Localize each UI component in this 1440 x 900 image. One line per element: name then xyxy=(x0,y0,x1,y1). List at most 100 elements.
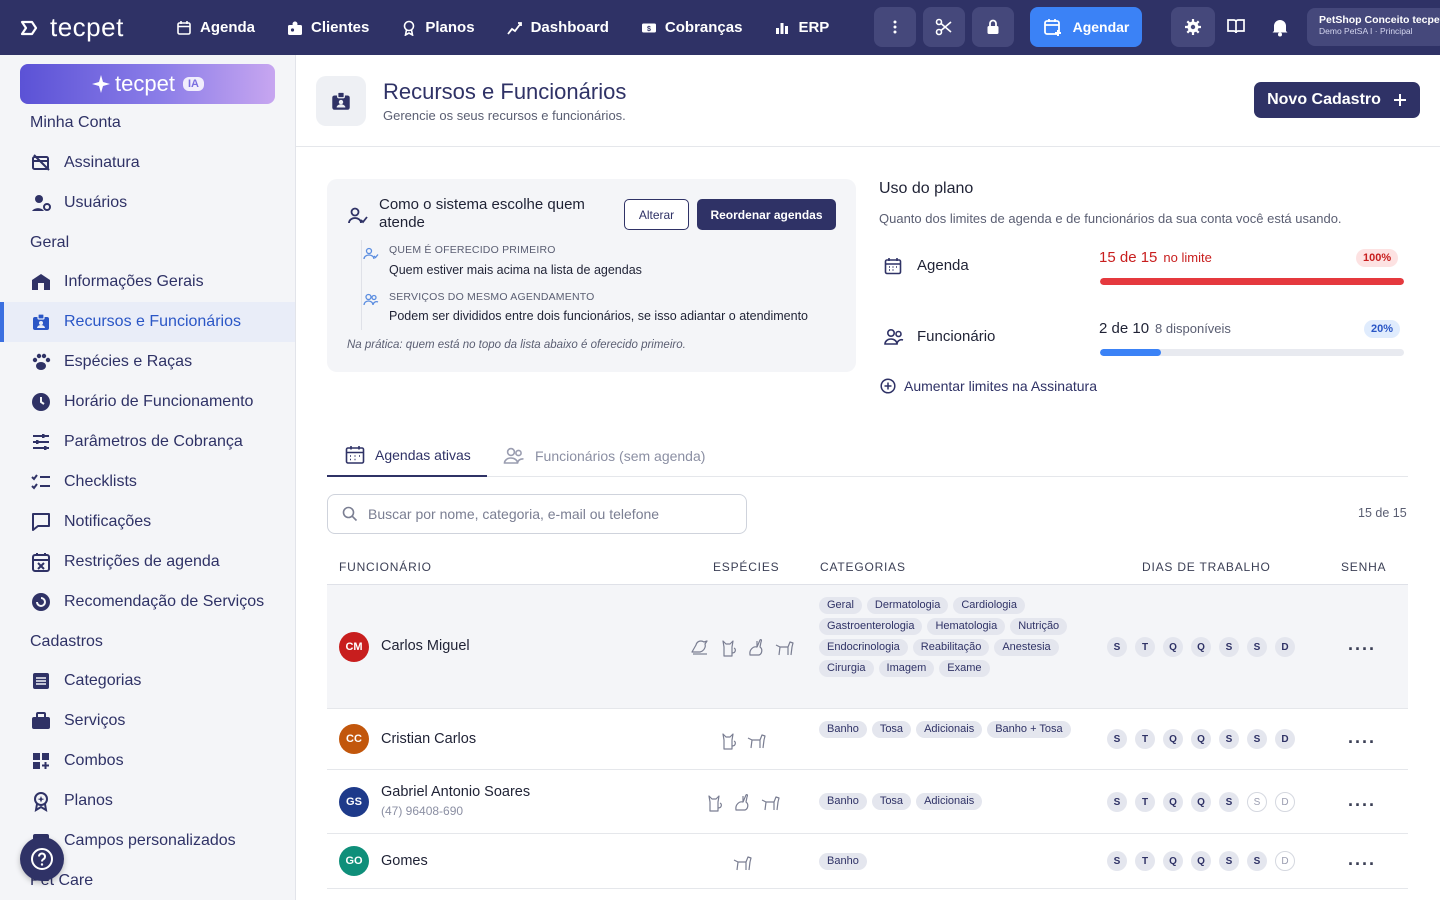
sidebar-item-horario[interactable]: Horário de Funcionamento xyxy=(0,382,295,422)
day-indicator: S xyxy=(1247,729,1267,749)
list-icon xyxy=(33,673,49,689)
clock-icon xyxy=(32,393,50,411)
users-icon xyxy=(884,328,904,345)
sliders-icon xyxy=(33,434,49,450)
nav-clientes[interactable]: Clientes xyxy=(271,0,385,55)
page-header: Recursos e Funcionários Gerencie os seus… xyxy=(296,55,1440,147)
scissors-button[interactable] xyxy=(923,7,965,47)
day-indicator: Q xyxy=(1163,637,1183,657)
main-content: Recursos e Funcionários Gerencie os seus… xyxy=(296,55,1440,900)
plan-agenda-badge: 100% xyxy=(1356,249,1399,267)
day-indicator: T xyxy=(1135,729,1155,749)
category-chip: Hematologia xyxy=(927,618,1006,635)
user-check-icon xyxy=(348,207,368,224)
plan-funcionario-label: Funcionário xyxy=(917,328,996,345)
settings-button[interactable] xyxy=(1171,7,1215,47)
day-indicator: Q xyxy=(1191,851,1211,871)
sidebar-item-categorias[interactable]: Categorias xyxy=(0,661,295,701)
novo-cadastro-button[interactable]: Novo Cadastro xyxy=(1254,82,1420,118)
message-icon xyxy=(32,513,50,531)
nav-cobran-as[interactable]: $ Cobranças xyxy=(625,0,759,55)
row-actions-button[interactable]: .... xyxy=(1348,849,1376,870)
work-days: STQQSSD xyxy=(1107,792,1295,812)
table-row[interactable]: CC Cristian Carlos Banho Tosa Adicionais Banh… xyxy=(327,709,1408,770)
day-indicator: S xyxy=(1107,792,1127,812)
agendar-button[interactable]: Agendar xyxy=(1030,7,1142,47)
table-row[interactable]: GS Gabriel Antonio Soares (47) 96408-690 Ba… xyxy=(327,770,1408,834)
sidebar-item-usuarios[interactable]: Usuários xyxy=(0,183,295,223)
species-list xyxy=(703,791,781,813)
sidebar-item-informacoes-gerais[interactable]: Informações Gerais xyxy=(0,262,295,302)
plan-funcionario-count: 2 de 10 8 disponíveis xyxy=(1099,320,1231,337)
users-icon xyxy=(503,447,524,464)
search-box xyxy=(327,494,747,534)
sidebar-item-label: Restrições de agenda xyxy=(64,553,220,570)
notifications-button[interactable] xyxy=(1271,17,1289,42)
nav-agenda[interactable]: Agenda xyxy=(160,0,271,55)
guide-button[interactable] xyxy=(1226,17,1246,40)
row-actions-button[interactable]: .... xyxy=(1348,790,1376,811)
col-categorias: CATEGORIAS xyxy=(820,560,906,574)
category-chip: Imagem xyxy=(878,660,935,677)
briefcase-icon xyxy=(32,712,50,729)
table-row[interactable]: CM Carlos Miguel Geral Dermatologia Cardiolo… xyxy=(327,585,1408,709)
tecpet-ia-banner[interactable]: tecpet IA xyxy=(20,64,275,104)
category-list: Banho Tosa Adicionais xyxy=(819,793,1084,810)
tab-funcionarios-sem-agenda[interactable]: Funcionários (sem agenda) xyxy=(503,435,705,477)
sidebar-item-planos[interactable]: Planos xyxy=(0,781,295,821)
category-chip: Endocrinologia xyxy=(819,639,908,656)
sidebar-item-servicos[interactable]: Serviços xyxy=(0,701,295,741)
search-input[interactable] xyxy=(368,506,728,522)
page-icon xyxy=(316,76,366,126)
dog-icon xyxy=(775,641,794,656)
more-menu-button[interactable] xyxy=(874,7,916,47)
nav-planos[interactable]: Planos xyxy=(385,0,490,55)
paw-icon xyxy=(32,353,51,370)
reordenar-agendas-button[interactable]: Reordenar agendas xyxy=(697,199,836,230)
account-switcher[interactable]: PetShop Conceito tecpet Demo PetSA I · P… xyxy=(1307,8,1440,46)
brand-name: tecpet xyxy=(50,12,124,42)
settings-sidebar: tecpet IA Minha Conta Assinatura Usuário… xyxy=(0,55,296,900)
section-cadastros: Cadastros xyxy=(30,633,103,650)
lock-button[interactable] xyxy=(972,7,1014,47)
badge-icon xyxy=(404,20,415,36)
avatar: GS xyxy=(339,787,369,817)
sidebar-item-notificacoes[interactable]: Notificações xyxy=(0,502,295,542)
gear-icon xyxy=(1185,19,1201,35)
sidebar-item-label: Combos xyxy=(64,752,124,769)
help-button[interactable] xyxy=(20,837,64,881)
brand-logo[interactable]: tecpet xyxy=(0,12,160,43)
category-chip: Adicionais xyxy=(916,721,983,738)
day-indicator: Q xyxy=(1163,792,1183,812)
sidebar-item-assinatura[interactable]: Assinatura xyxy=(0,143,295,183)
nav-label: Dashboard xyxy=(530,19,609,36)
col-senha: SENHA xyxy=(1341,560,1387,574)
sidebar-item-recomendacao-servicos[interactable]: Recomendação de Serviços xyxy=(0,582,295,622)
calendar-icon xyxy=(884,258,902,275)
grid-plus-icon xyxy=(33,753,49,769)
alterar-button[interactable]: Alterar xyxy=(624,199,689,230)
row-actions-button[interactable]: .... xyxy=(1348,634,1376,655)
checklist-icon xyxy=(31,474,50,490)
avatar: CC xyxy=(339,724,369,754)
species-list xyxy=(731,851,753,873)
aumentar-limites-link[interactable]: Aumentar limites na Assinatura xyxy=(880,378,1097,394)
tab-agendas-ativas[interactable]: Agendas ativas xyxy=(327,435,487,477)
sidebar-item-especies-racas[interactable]: Espécies e Raças xyxy=(0,342,295,382)
sidebar-item-restricoes-agenda[interactable]: Restrições de agenda xyxy=(0,542,295,582)
nav-erp[interactable]: ERP xyxy=(758,0,845,55)
plan-agenda-fill xyxy=(1100,278,1404,285)
nav-dashboard[interactable]: Dashboard xyxy=(491,0,625,55)
day-indicator: T xyxy=(1135,851,1155,871)
cat-icon xyxy=(722,732,736,750)
table-row[interactable]: GO Gomes Banho S T Q Q S S D.... xyxy=(327,834,1408,889)
sidebar-item-recursos-funcionarios[interactable]: Recursos e Funcionários xyxy=(0,302,295,342)
sidebar-item-combos[interactable]: Combos xyxy=(0,741,295,781)
sidebar-item-parametros-cobranca[interactable]: Parâmetros de Cobrança xyxy=(0,422,295,462)
species-list xyxy=(689,636,795,658)
category-chip: Exame xyxy=(939,660,990,677)
plan-agenda-note: no limite xyxy=(1163,250,1212,265)
row-actions-button[interactable]: .... xyxy=(1348,727,1376,748)
employee-phone: (47) 96408-690 xyxy=(381,804,464,818)
sidebar-item-checklists[interactable]: Checklists xyxy=(0,462,295,502)
